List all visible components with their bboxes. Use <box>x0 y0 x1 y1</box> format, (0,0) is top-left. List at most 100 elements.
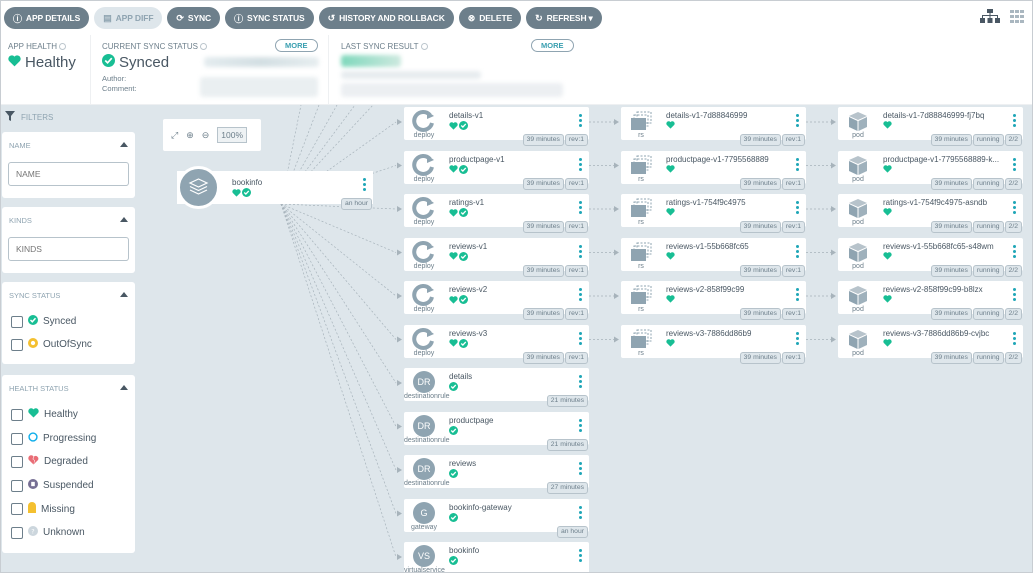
age-badge: 39 minutes <box>739 221 781 233</box>
kinds-filter-input[interactable] <box>8 237 129 261</box>
app-health-panel: APP HEALTH Healthy <box>8 35 88 105</box>
history-and-rollback-button[interactable]: ↺ HISTORY AND ROLLBACK <box>318 7 454 29</box>
gateway-node[interactable]: G gateway bookinfo-gateway an hour <box>404 498 589 538</box>
node-menu-button[interactable] <box>796 244 799 258</box>
deploy-node[interactable]: deploy reviews-v1 39 minutes rev:1 <box>404 237 589 277</box>
node-menu-button[interactable] <box>579 462 582 475</box>
node-menu-button[interactable] <box>1013 157 1016 171</box>
app-diff-button[interactable]: ▤ APP DIFF <box>94 7 163 29</box>
node-menu-button[interactable] <box>579 157 582 171</box>
pod-node[interactable]: pod reviews-v2-858f99c99-b8lzx 39 minute… <box>838 281 1023 320</box>
question-circle-icon: ? <box>28 526 38 539</box>
destinationrule-node[interactable]: DR destinationrule details 21 minutes <box>404 368 589 407</box>
node-menu-button[interactable] <box>1013 244 1016 258</box>
fit-screen-icon[interactable]: ⤢ <box>171 130 178 141</box>
node-menu-button[interactable] <box>796 114 799 127</box>
node-menu-button[interactable] <box>579 549 582 562</box>
grid-view-icon[interactable] <box>1010 9 1024 28</box>
sync-status-filter-panel: SYNC STATUS Synced OutOfSync <box>2 282 135 364</box>
current-sync-value: Synced <box>119 54 170 71</box>
collapse-icon[interactable] <box>120 217 128 222</box>
checkbox[interactable] <box>11 432 23 445</box>
zoom-out-icon[interactable]: ⊖ <box>202 130 210 141</box>
deploy-node[interactable]: deploy reviews-v2 39 minutes rev:1 <box>404 281 589 320</box>
pod-node[interactable]: pod productpage-v1-7795568889-k... 39 mi… <box>838 150 1023 190</box>
filter-option-degraded[interactable]: Degraded <box>11 455 88 468</box>
current-sync-label: CURRENT SYNC STATUS <box>102 42 199 51</box>
node-menu-button[interactable] <box>579 375 582 388</box>
node-menu-button[interactable] <box>1013 201 1016 214</box>
check-circle-icon <box>459 338 468 348</box>
rs-node[interactable]: rs reviews-v2-858f99c99 39 minutes rev:1 <box>621 281 806 320</box>
checkbox[interactable] <box>11 479 23 492</box>
deploy-node[interactable]: deploy reviews-v3 39 minutes rev:1 <box>404 324 589 364</box>
filter-option-outofsync[interactable]: OutOfSync <box>11 338 92 351</box>
delete-button[interactable]: ⊗ DELETE <box>458 7 522 29</box>
pod-node[interactable]: pod reviews-v3-7886dd86b9-cvjbc 39 minut… <box>838 324 1023 364</box>
node-status <box>883 251 892 260</box>
node-menu-button[interactable] <box>579 418 582 432</box>
filter-option-missing[interactable]: Missing <box>11 502 75 516</box>
node-menu-button[interactable] <box>579 505 582 519</box>
node-status <box>449 208 468 217</box>
node-menu-button[interactable] <box>796 331 799 345</box>
node-menu-button[interactable] <box>1013 114 1016 127</box>
collapse-icon[interactable] <box>120 142 128 147</box>
sync-button[interactable]: ⟳ SYNC <box>167 7 221 29</box>
pod-node[interactable]: pod reviews-v1-55b668fc65-s48wm 39 minut… <box>838 237 1023 277</box>
deploy-node[interactable]: deploy details-v1 39 minutes rev:1 <box>404 107 589 146</box>
node-menu-button[interactable] <box>796 201 799 214</box>
checkbox[interactable] <box>11 408 23 421</box>
checkbox[interactable] <box>11 455 23 468</box>
rs-node[interactable]: rs details-v1-7d88846999 39 minutes rev:1 <box>621 107 806 146</box>
help-icon[interactable] <box>420 43 428 51</box>
filter-option-suspended[interactable]: Suspended <box>11 479 94 492</box>
checkbox[interactable] <box>11 503 23 515</box>
view-switcher <box>980 9 1024 28</box>
zoom-in-icon[interactable]: ⊕ <box>186 130 194 141</box>
checkbox[interactable] <box>11 338 23 351</box>
node-menu-button[interactable] <box>579 331 582 345</box>
node-menu-button[interactable] <box>579 114 582 127</box>
collapse-icon[interactable] <box>120 292 128 297</box>
node-menu-button[interactable] <box>1013 288 1016 301</box>
refresh-button[interactable]: ↻ REFRESH ▾ <box>526 7 602 29</box>
rs-node[interactable]: rs reviews-v3-7886dd86b9 39 minutes rev:1 <box>621 324 806 364</box>
checkbox[interactable] <box>11 526 23 539</box>
rs-node[interactable]: rs productpage-v1-7795568889 39 minutes r… <box>621 150 806 190</box>
edge-arrow <box>397 336 402 343</box>
collapse-icon[interactable] <box>120 385 128 390</box>
pod-node[interactable]: pod details-v1-7d88846999-fj7bq 39 minut… <box>838 107 1023 146</box>
filter-option-synced[interactable]: Synced <box>11 315 76 328</box>
node-menu-button[interactable] <box>1013 331 1016 345</box>
last-sync-more-button[interactable]: MORE <box>531 39 574 52</box>
node-menu-button[interactable] <box>579 244 582 258</box>
help-icon[interactable] <box>200 43 208 51</box>
rs-node[interactable]: rs ratings-v1-754f9c4975 39 minutes rev:1 <box>621 194 806 233</box>
pod-node[interactable]: pod ratings-v1-754f9c4975-asndb 39 minut… <box>838 194 1023 233</box>
destinationrule-node[interactable]: DR destinationrule productpage 21 minute… <box>404 411 589 451</box>
tree-view-icon[interactable] <box>980 9 1000 28</box>
replicaset-icon <box>631 155 652 174</box>
app-details-button[interactable]: ⓘ APP DETAILS <box>4 7 90 29</box>
filter-option-healthy[interactable]: Healthy <box>11 408 78 421</box>
rs-node[interactable]: rs reviews-v1-55b668fc65 39 minutes rev:1 <box>621 237 806 277</box>
node-status <box>883 208 892 216</box>
node-menu-button[interactable] <box>796 157 799 171</box>
help-icon[interactable] <box>59 43 67 51</box>
zoom-level[interactable]: 100% <box>217 127 248 143</box>
deploy-node[interactable]: deploy productpage-v1 39 minutes rev:1 <box>404 150 589 190</box>
node-menu-button[interactable] <box>579 288 582 301</box>
destinationrule-node[interactable]: DR destinationrule reviews 27 minutes <box>404 455 589 494</box>
name-filter-input[interactable] <box>8 162 129 186</box>
sync-status-button[interactable]: ⓘ SYNC STATUS <box>225 7 314 29</box>
node-menu-button[interactable] <box>579 201 582 214</box>
current-sync-more-button[interactable]: MORE <box>275 39 318 52</box>
filter-option-progressing[interactable]: Progressing <box>11 432 96 445</box>
node-menu-button[interactable] <box>363 178 366 191</box>
checkbox[interactable] <box>11 315 23 328</box>
node-menu-button[interactable] <box>796 288 799 301</box>
deploy-node[interactable]: deploy ratings-v1 39 minutes rev:1 <box>404 194 589 233</box>
filter-option-unknown[interactable]: ? Unknown <box>11 526 85 539</box>
virtualservice-node[interactable]: VS virtualservice bookinfo <box>404 542 589 572</box>
